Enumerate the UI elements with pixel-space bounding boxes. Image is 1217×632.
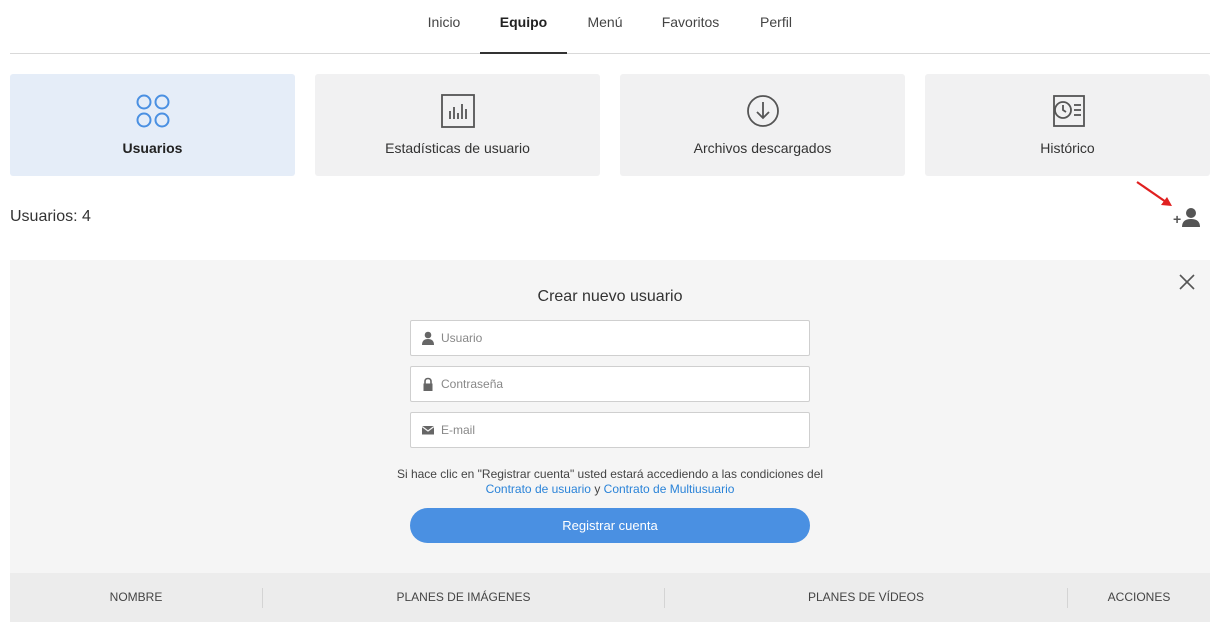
- user-icon: [422, 331, 434, 345]
- card-usuarios[interactable]: Usuarios: [10, 74, 295, 176]
- download-icon: [744, 92, 782, 130]
- card-label: Archivos descargados: [693, 140, 832, 156]
- top-navigation: Inicio Equipo Menú Favoritos Perfil: [10, 0, 1210, 54]
- register-button[interactable]: Registrar cuenta: [410, 508, 810, 543]
- email-input[interactable]: [441, 413, 801, 447]
- email-field: [410, 412, 810, 448]
- column-header-nombre[interactable]: NOMBRE: [10, 573, 262, 622]
- users-grid-icon: [134, 92, 172, 130]
- password-field: [410, 366, 810, 402]
- red-arrow-annotation-icon: [1136, 181, 1172, 206]
- card-archivos[interactable]: Archivos descargados: [620, 74, 905, 176]
- card-historico[interactable]: Histórico: [925, 74, 1210, 176]
- terms-and: y: [594, 482, 601, 496]
- tab-menu[interactable]: Menú: [575, 0, 635, 54]
- user-agreement-link[interactable]: Contrato de usuario: [486, 482, 591, 496]
- username-field: [410, 320, 810, 356]
- history-icon: [1049, 92, 1087, 130]
- column-header-planes-videos[interactable]: PLANES DE VÍDEOS: [665, 573, 1067, 622]
- tab-equipo[interactable]: Equipo: [480, 0, 567, 54]
- add-user-icon: +: [1173, 208, 1200, 227]
- card-label: Histórico: [1040, 140, 1095, 156]
- tab-favoritos[interactable]: Favoritos: [653, 0, 728, 54]
- password-input[interactable]: [441, 367, 801, 401]
- tab-inicio[interactable]: Inicio: [414, 0, 474, 54]
- svg-text:+: +: [1173, 211, 1181, 227]
- column-header-acciones[interactable]: ACCIONES: [1068, 573, 1210, 622]
- form-title: Crear nuevo usuario: [537, 288, 683, 305]
- card-label: Estadísticas de usuario: [385, 140, 530, 156]
- tab-perfil[interactable]: Perfil: [746, 0, 806, 54]
- column-header-planes-imagenes[interactable]: PLANES DE IMÁGENES: [263, 573, 664, 622]
- envelope-icon: [421, 426, 435, 435]
- multiuser-agreement-link[interactable]: Contrato de Multiusuario: [604, 482, 735, 496]
- add-user-button[interactable]: +: [1172, 206, 1202, 230]
- users-table-header: NOMBRE PLANES DE IMÁGENES PLANES DE VÍDE…: [10, 573, 1210, 622]
- card-estadisticas[interactable]: Estadísticas de usuario: [315, 74, 600, 176]
- create-user-panel: Crear nuevo usuario Si hace clic en "Reg…: [10, 260, 1210, 573]
- username-input[interactable]: [441, 321, 801, 355]
- terms-text: Si hace clic en "Registrar cuenta" usted…: [390, 467, 830, 497]
- bar-chart-icon: [439, 92, 477, 130]
- lock-icon: [423, 377, 433, 391]
- card-label: Usuarios: [122, 140, 183, 156]
- terms-prefix: Si hace clic en "Registrar cuenta" usted…: [396, 467, 824, 481]
- users-count: Usuarios: 4: [10, 208, 91, 225]
